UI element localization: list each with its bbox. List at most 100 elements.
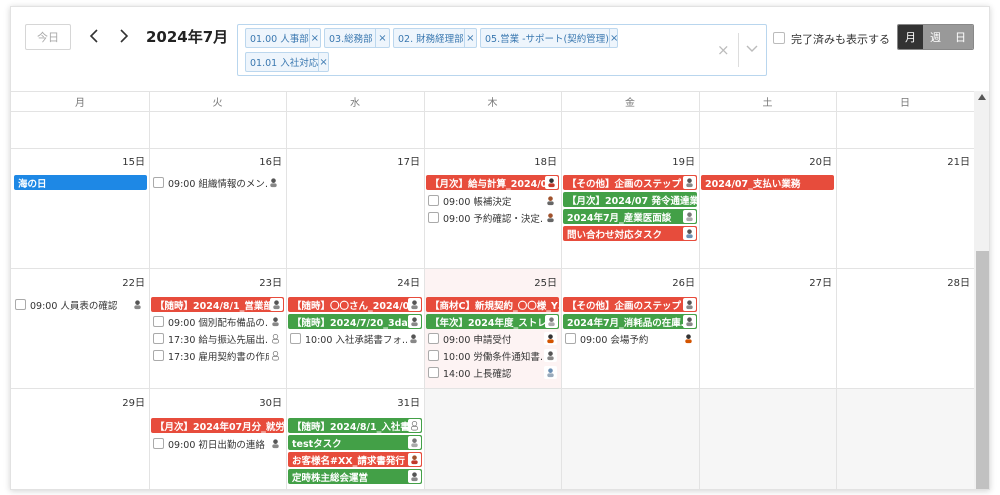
calendar-event[interactable]: 【随時】2024/8/1_営業部… — [151, 297, 284, 312]
user-avatar-icon — [682, 332, 695, 345]
task-item[interactable]: 09:00 人員表の確認 — [15, 297, 145, 312]
day-number[interactable]: 19日 — [655, 153, 695, 168]
task-checkbox[interactable] — [428, 350, 439, 361]
scrollbar-thumb[interactable] — [976, 251, 989, 489]
calendar-event[interactable]: 【随時】2024/7/20_3day… — [288, 314, 422, 329]
day-number[interactable]: 30日 — [242, 394, 282, 409]
view-month-button[interactable]: 月 — [898, 25, 923, 49]
remove-tag-icon[interactable]: × — [308, 29, 320, 47]
prev-month-button[interactable] — [84, 25, 104, 47]
remove-tag-icon[interactable]: × — [463, 29, 476, 47]
day-number[interactable]: 26日 — [655, 274, 695, 289]
day-number[interactable]: 27日 — [792, 274, 832, 289]
holiday-event[interactable]: 海の日 — [14, 175, 147, 190]
task-checkbox[interactable] — [15, 299, 26, 310]
task-item[interactable]: 10:00 労働条件通知書… — [428, 348, 558, 363]
day-number[interactable]: 20日 — [792, 153, 832, 168]
calendar-event[interactable]: 【その他】企画のステップ — [563, 175, 697, 190]
clear-filter-icon[interactable]: × — [717, 41, 730, 59]
vertical-scrollbar[interactable] — [974, 91, 989, 489]
user-avatar-icon — [269, 437, 282, 450]
calendar-event[interactable]: お客様名#XX_請求書発行 — [288, 452, 422, 467]
task-item[interactable]: 09:00 予約確認・決定… — [428, 210, 558, 225]
divider — [738, 33, 739, 67]
department-filter[interactable]: 01.00 人事部 × 03.総務部 × 02. 財務経理部 × 05.営業 -… — [237, 24, 767, 76]
task-checkbox[interactable] — [153, 316, 164, 327]
task-item[interactable]: 14:00 上長確認 — [428, 365, 558, 380]
filter-tag: 01.00 人事部 × — [245, 28, 321, 48]
day-number[interactable]: 31日 — [380, 394, 420, 409]
event-label: 【その他】企画のステップ — [567, 178, 682, 190]
task-checkbox[interactable] — [153, 350, 164, 361]
calendar-event[interactable]: 【随時】2024/8/1_入社書… — [288, 418, 422, 433]
task-checkbox[interactable] — [428, 212, 439, 223]
day-number[interactable]: 16日 — [242, 153, 282, 168]
task-item[interactable]: 09:00 申請受付 — [428, 331, 558, 346]
task-label: 09:00 会場予約 — [580, 334, 649, 346]
task-checkbox[interactable] — [153, 177, 164, 188]
day-number[interactable]: 24日 — [380, 274, 420, 289]
weekday-header: 土 — [762, 97, 773, 109]
day-number[interactable]: 15日 — [105, 153, 145, 168]
task-item[interactable]: 17:30 給与振込先届出… — [153, 331, 283, 346]
grid-line — [11, 148, 974, 149]
user-avatar-icon — [544, 366, 557, 379]
calendar-event[interactable]: 2024年7月_消耗品の在庫… — [563, 314, 697, 329]
calendar-event[interactable]: 【随時】〇〇さん_2024/0… — [288, 297, 422, 312]
task-item[interactable]: 09:00 会場予約 — [565, 331, 696, 346]
user-avatar-icon — [269, 349, 282, 362]
calendar-event[interactable]: 2024/07_支払い業務 — [701, 175, 834, 190]
task-item[interactable]: 09:00 組織情報のメン… — [153, 175, 281, 190]
calendar-event[interactable]: 2024年7月_産業医面談 — [563, 209, 697, 224]
show-completed-checkbox[interactable] — [773, 32, 785, 44]
today-button[interactable]: 今日 — [25, 24, 71, 50]
grid-line — [11, 111, 974, 112]
task-checkbox[interactable] — [290, 333, 301, 344]
remove-tag-icon[interactable]: × — [608, 29, 618, 47]
task-label: 17:30 給与振込先届出… — [168, 334, 269, 346]
event-label: 【随時】2024/7/20_3day… — [292, 317, 408, 329]
calendar-event[interactable]: 【年次】2024年度_ストレ… — [426, 314, 559, 329]
task-item[interactable]: 17:30 雇用契約書の作成 — [153, 348, 283, 363]
task-label: 09:00 申請受付 — [443, 334, 512, 346]
day-number[interactable]: 25日 — [517, 274, 557, 289]
task-item[interactable]: 09:00 帳補決定 — [428, 193, 558, 208]
calendar-event[interactable]: testタスク — [288, 435, 422, 450]
task-checkbox[interactable] — [565, 333, 576, 344]
event-label: 【商材C】新規契約_〇〇様_Y… — [430, 300, 559, 312]
task-checkbox[interactable] — [153, 438, 164, 449]
scroll-up-arrow-icon[interactable] — [978, 94, 986, 100]
day-number[interactable]: 22日 — [105, 274, 145, 289]
task-item[interactable]: 09:00 初日出勤の連絡 — [153, 436, 283, 451]
next-month-button[interactable] — [114, 25, 134, 47]
filter-tag-label: 03.総務部 — [329, 34, 373, 45]
weekday-header: 金 — [625, 97, 635, 109]
remove-tag-icon[interactable]: × — [375, 29, 389, 47]
task-item[interactable]: 09:00 個別配布備品の… — [153, 314, 283, 329]
calendar-event[interactable]: 【月次】2024/07 発令通達業務 — [563, 192, 697, 207]
calendar-event[interactable]: 問い合わせ対応タスク — [563, 226, 697, 241]
event-label: 2024/07_支払い業務 — [705, 178, 801, 190]
day-number[interactable]: 21日 — [930, 153, 970, 168]
view-day-button[interactable]: 日 — [948, 25, 973, 49]
chevron-down-icon[interactable] — [746, 45, 758, 53]
day-number[interactable]: 29日 — [105, 394, 145, 409]
task-item[interactable]: 10:00 入社承諾書フォ… — [290, 331, 421, 346]
task-checkbox[interactable] — [428, 195, 439, 206]
day-number[interactable]: 17日 — [380, 153, 420, 168]
calendar-event[interactable]: 【月次】2024年07月分_就労… — [151, 418, 284, 433]
task-checkbox[interactable] — [428, 333, 439, 344]
view-week-button[interactable]: 週 — [923, 25, 948, 49]
calendar-event[interactable]: 【商材C】新規契約_〇〇様_Y… — [426, 297, 559, 312]
remove-tag-icon[interactable]: × — [318, 53, 328, 71]
day-number[interactable]: 28日 — [930, 274, 970, 289]
calendar-event[interactable]: 定時株主総会運営 — [288, 469, 422, 484]
day-number[interactable]: 23日 — [242, 274, 282, 289]
user-avatar-icon — [267, 176, 280, 189]
calendar-event[interactable]: 【その他】企画のステップ — [563, 297, 697, 312]
calendar-event[interactable]: 【月次】給与計算_2024/06 — [426, 175, 559, 190]
day-number[interactable]: 18日 — [517, 153, 557, 168]
task-checkbox[interactable] — [428, 367, 439, 378]
user-avatar-icon — [269, 332, 282, 345]
task-checkbox[interactable] — [153, 333, 164, 344]
